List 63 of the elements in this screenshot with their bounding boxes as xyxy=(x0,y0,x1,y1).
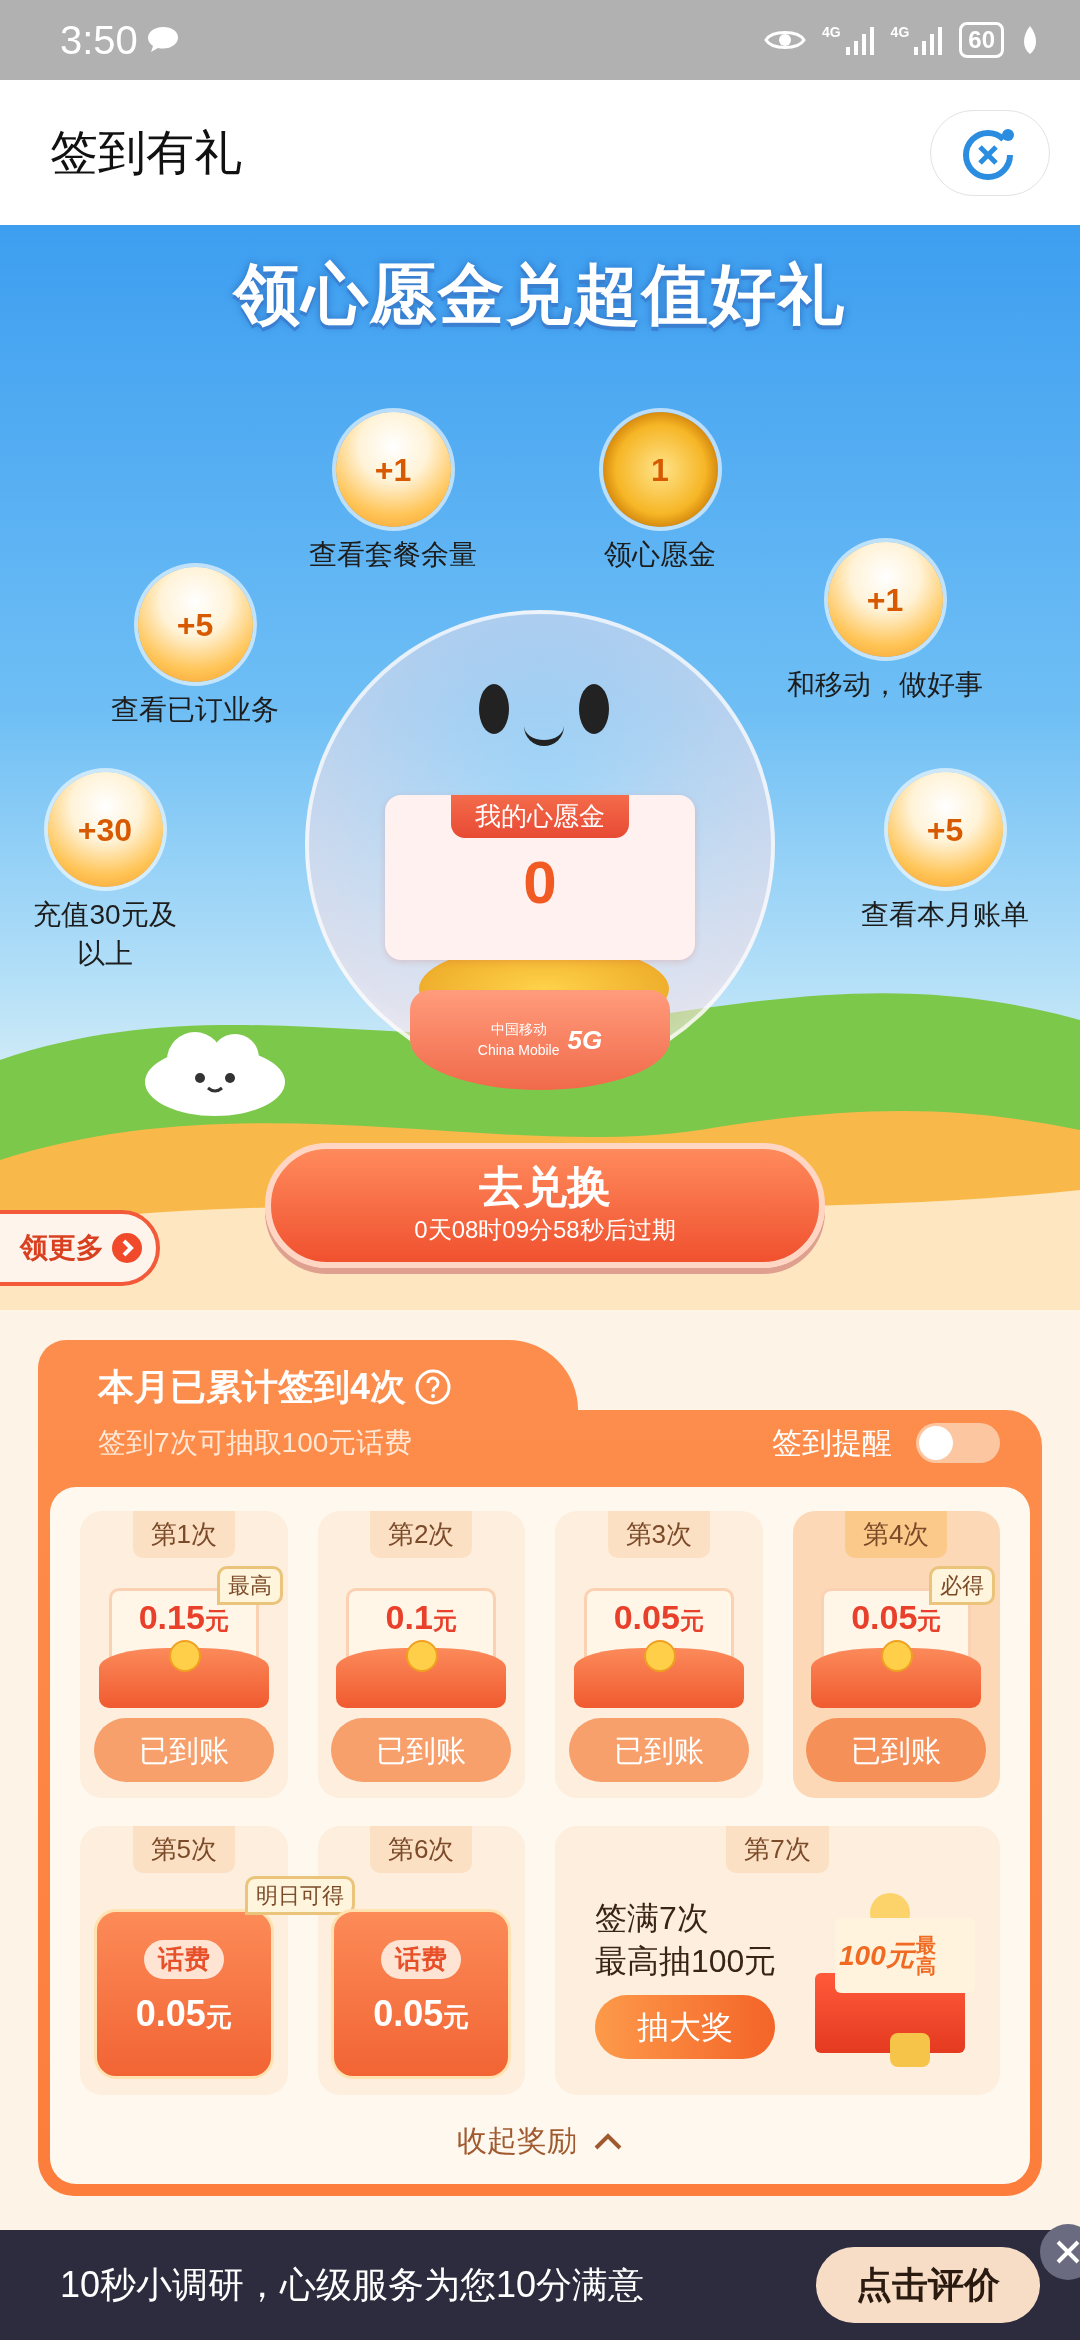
page-title: 签到有礼 xyxy=(50,124,242,181)
amount-text: 0.05元 xyxy=(135,1992,232,2036)
brand-name: 中国移动 xyxy=(490,1020,547,1039)
hero-title: 领心愿金兑超值好礼 xyxy=(231,256,847,333)
received-status: 已到账 xyxy=(806,1718,987,1782)
reward-bubble[interactable]: +5 xyxy=(137,567,253,682)
day-label: 第5次 xyxy=(132,1826,235,1873)
task-label: 和移动，做好事 xyxy=(787,668,983,702)
brand-name-english: China Mobile xyxy=(477,1041,560,1060)
close-icon[interactable] xyxy=(1040,2224,1080,2280)
reward-tag: 明日可得 xyxy=(244,1876,355,1915)
coin-button[interactable]: 1 xyxy=(602,412,718,527)
signal-icon xyxy=(844,25,875,55)
reward-tag: 必得 xyxy=(929,1566,996,1605)
coin-stack-icon xyxy=(890,2033,930,2067)
task-label: 查看套餐余量 xyxy=(309,538,477,572)
day-label: 第2次 xyxy=(370,1511,473,1558)
amount-text: 0.1元 xyxy=(385,1599,457,1637)
collapse-rewards-link[interactable]: 收起奖励 xyxy=(451,2117,629,2164)
task-label: 查看本月账单 xyxy=(861,898,1029,932)
prize-description: 最高抽100元 xyxy=(595,1942,777,1981)
amount-text: 0.05元 xyxy=(373,1992,470,2036)
battery-level: 60 xyxy=(968,25,995,55)
status-time: 3:50 xyxy=(60,17,138,64)
category-tag: 话费 xyxy=(381,1940,462,1979)
task-label: 领心愿金 xyxy=(604,538,716,572)
reminder-toggle[interactable] xyxy=(916,1422,1000,1463)
help-icon[interactable] xyxy=(414,1368,453,1406)
prize-tag: 最高 xyxy=(915,1934,938,1977)
day-label: 第7次 xyxy=(726,1826,829,1873)
wish-fund-label: 我的心愿金 xyxy=(451,795,629,838)
signal-icon xyxy=(913,25,944,55)
checkin-subtitle: 签到7次可抽取100元话费 xyxy=(98,1425,413,1460)
checkin-count-title: 本月已累计签到4次 xyxy=(98,1365,407,1409)
task-label: 充值30元及以上 xyxy=(32,898,178,972)
chat-bubble-icon xyxy=(145,25,180,55)
survey-text: 10秒小调研，心级服务为您10分满意 xyxy=(60,2263,645,2307)
day-label: 第1次 xyxy=(132,1511,235,1558)
category-tag: 话费 xyxy=(143,1940,224,1979)
day-label: 第6次 xyxy=(370,1826,473,1873)
reminder-label: 签到提醒 xyxy=(772,1425,892,1461)
chevron-right-icon xyxy=(112,1233,142,1263)
reward-tag: 最高 xyxy=(216,1566,283,1605)
network-type: 4G xyxy=(890,25,910,39)
draw-prize-button[interactable]: 抽大奖 xyxy=(595,1995,775,2060)
reward-bubble[interactable]: +1 xyxy=(827,542,943,657)
prize-description: 签满7次 xyxy=(595,1898,709,1938)
reward-bubble[interactable]: +5 xyxy=(887,772,1003,887)
task-label: 查看已订业务 xyxy=(111,693,279,727)
network-type: 4G xyxy=(821,25,841,39)
network-label: 5G xyxy=(567,1023,603,1057)
wish-fund-amount: 0 xyxy=(523,848,557,918)
day-label: 第3次 xyxy=(607,1511,710,1558)
day-label: 第4次 xyxy=(845,1511,948,1558)
received-status: 已到账 xyxy=(93,1718,274,1782)
rate-button[interactable]: 点击评价 xyxy=(816,2247,1040,2323)
amount-text: 0.05元 xyxy=(613,1599,704,1637)
received-status: 已到账 xyxy=(331,1718,512,1782)
reward-bubble[interactable]: +30 xyxy=(47,772,163,887)
countdown-text: 0天08时09分58秒后过期 xyxy=(414,1214,676,1245)
received-status: 已到账 xyxy=(568,1718,749,1782)
reward-bubble[interactable]: +1 xyxy=(335,412,451,527)
more-tab[interactable]: 领更多 xyxy=(0,1210,160,1286)
